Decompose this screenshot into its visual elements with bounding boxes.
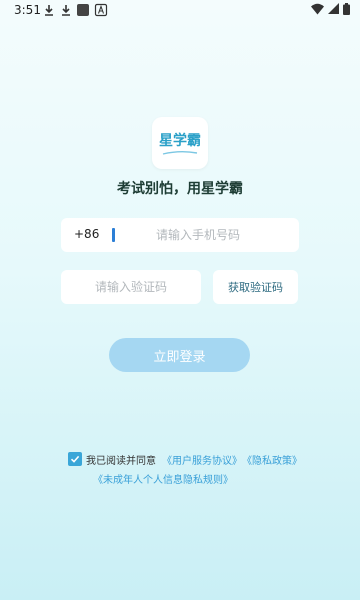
- slogan: 考试别怕，用星学霸: [117, 181, 243, 197]
- download-icon: [62, 5, 70, 16]
- status-right: [311, 3, 350, 15]
- status-time: 3:51: [14, 3, 41, 17]
- phone-input[interactable]: [156, 218, 296, 252]
- code-input-box[interactable]: [61, 270, 201, 304]
- app-logo: 星学霸: [152, 117, 208, 169]
- privacy-policy-link[interactable]: 《隐私政策》: [242, 452, 302, 467]
- font-notification-icon: [94, 3, 108, 17]
- user-agreement-link[interactable]: 《用户服务协议》: [162, 452, 242, 467]
- minor-privacy-link[interactable]: 《未成年人个人信息隐私规则》: [93, 471, 233, 486]
- logo-swoosh-icon: [162, 151, 198, 155]
- agreement-row: 我已阅读并同意 《用户服务协议》 《隐私政策》: [68, 451, 302, 467]
- wifi-icon: [311, 3, 324, 15]
- code-input[interactable]: [61, 270, 201, 304]
- phone-input-row[interactable]: +86: [61, 218, 299, 252]
- check-icon: [70, 455, 80, 463]
- download-icon: [45, 5, 53, 16]
- country-code[interactable]: +86: [74, 227, 99, 241]
- text-cursor: [112, 228, 115, 242]
- get-code-button[interactable]: 获取验证码: [213, 270, 298, 304]
- status-bar: 3:51: [0, 0, 360, 22]
- logo-text: 星学霸: [159, 133, 201, 149]
- battery-icon: [343, 3, 350, 15]
- app-notification-icon: [77, 4, 89, 16]
- agree-text: 我已阅读并同意: [86, 455, 156, 467]
- signal-icon: [328, 3, 339, 14]
- agree-checkbox[interactable]: [68, 452, 82, 466]
- login-button[interactable]: 立即登录: [109, 338, 250, 372]
